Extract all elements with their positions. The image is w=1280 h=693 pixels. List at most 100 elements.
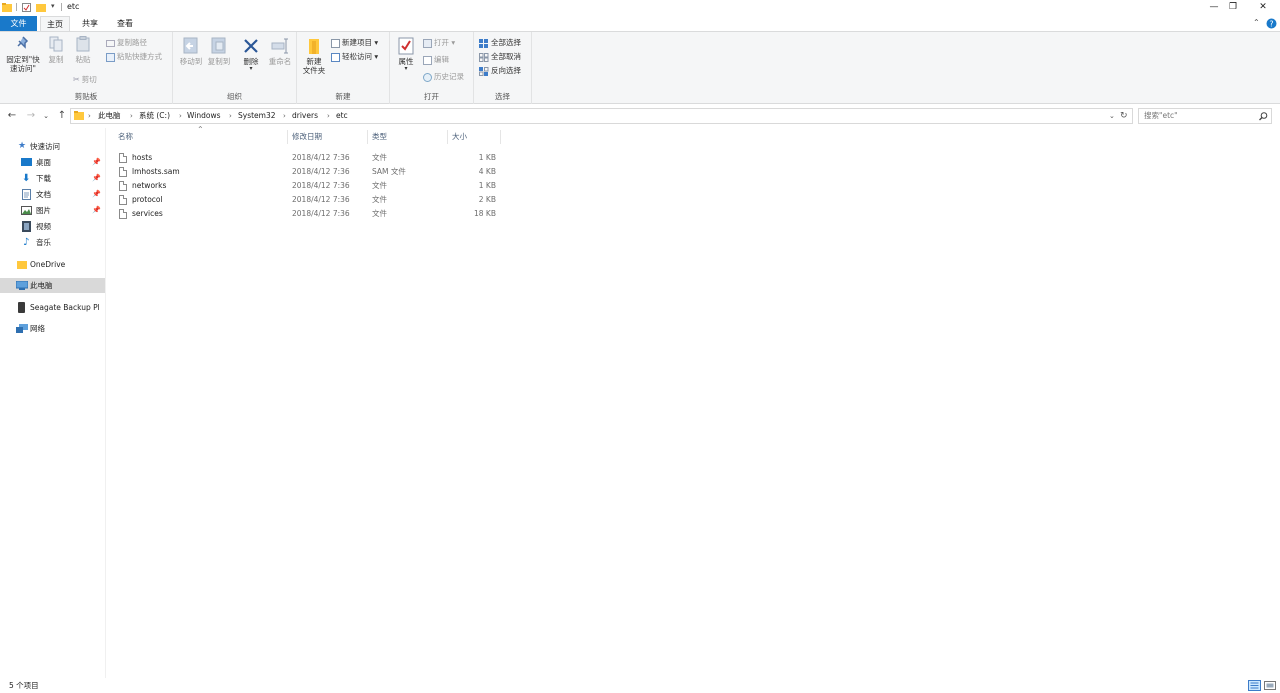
organize-group-title: 组织 xyxy=(227,92,242,101)
large-icons-view-icon[interactable] xyxy=(1264,680,1276,691)
file-icon xyxy=(119,195,127,205)
column-header-size[interactable]: 大小 xyxy=(448,130,501,144)
search-placeholder: 搜索"etc" xyxy=(1144,111,1178,120)
column-header-name[interactable]: 名称 xyxy=(114,130,288,144)
paste-shortcut-button[interactable]: 粘贴快捷方式 xyxy=(106,51,162,63)
nav-seagate-drive[interactable]: Seagate Backup Pl xyxy=(0,300,105,315)
recent-locations-icon[interactable]: ⌄ xyxy=(40,109,52,123)
breadcrumb-separator[interactable]: › xyxy=(327,109,330,123)
up-button[interactable]: ↑ xyxy=(56,109,68,123)
forward-button[interactable]: → xyxy=(25,109,37,123)
move-to-icon xyxy=(183,37,198,54)
pin-quick-access-button[interactable]: 固定到"快 速访问" xyxy=(3,36,43,73)
move-to-button[interactable]: 移动到 xyxy=(177,36,205,66)
properties-quick-icon[interactable] xyxy=(22,3,31,12)
nav-documents[interactable]: 文档 📌 xyxy=(0,187,105,202)
file-row[interactable]: networks 2018/4/12 7:36 文件 1 KB xyxy=(115,179,505,193)
help-icon[interactable]: ? xyxy=(1266,18,1277,29)
column-header-date[interactable]: 修改日期 xyxy=(288,130,368,144)
file-date: 2018/4/12 7:36 xyxy=(292,153,350,162)
breadcrumb-system-c[interactable]: 系统 (C:) xyxy=(139,109,170,123)
edit-button[interactable]: 编辑 xyxy=(423,54,449,66)
new-folder-quick-icon[interactable] xyxy=(36,3,46,12)
rename-button[interactable]: 重命名 xyxy=(266,36,294,66)
cut-button[interactable]: ✂ 剪切 xyxy=(73,74,97,86)
breadcrumb-system32[interactable]: System32 xyxy=(238,109,276,123)
file-row[interactable]: services 2018/4/12 7:36 文件 18 KB xyxy=(115,207,505,221)
tab-home[interactable]: 主页 xyxy=(40,16,70,31)
breadcrumb-separator[interactable]: › xyxy=(88,109,91,123)
rename-icon xyxy=(271,38,288,54)
properties-dropdown-icon[interactable]: ▾ xyxy=(394,66,418,72)
tab-view[interactable]: 查看 xyxy=(111,16,139,31)
nav-downloads[interactable]: ⬇ 下载 📌 xyxy=(0,171,105,186)
pin-icon: 📌 xyxy=(92,206,101,214)
copy-to-icon xyxy=(211,37,226,54)
column-header-type[interactable]: 类型 xyxy=(368,130,448,144)
breadcrumb-separator[interactable]: › xyxy=(130,109,133,123)
select-all-button[interactable]: 全部选择 xyxy=(479,37,521,49)
nav-desktop[interactable]: 桌面 📌 xyxy=(0,155,105,170)
open-group: 属性 ▾ 打开 ▾ 编辑 历史记录 打开 xyxy=(390,32,474,104)
back-button[interactable]: ← xyxy=(6,109,18,123)
details-view-icon[interactable] xyxy=(1248,680,1261,691)
nav-onedrive[interactable]: OneDrive xyxy=(0,257,105,272)
nav-this-pc[interactable]: 此电脑 xyxy=(0,278,105,293)
title-bar: | ▾ | etc — ❐ ✕ xyxy=(0,0,1280,16)
delete-button[interactable]: 删除 ▾ xyxy=(238,36,264,72)
download-arrow-icon: ⬇ xyxy=(22,173,31,184)
file-size: 1 KB xyxy=(478,153,496,162)
restore-button[interactable]: ❐ xyxy=(1220,0,1246,14)
breadcrumb-this-pc[interactable]: 此电脑 xyxy=(98,109,121,123)
file-row[interactable]: protocol 2018/4/12 7:36 文件 2 KB xyxy=(115,193,505,207)
nav-quick-access[interactable]: ★ 快速访问 xyxy=(0,139,105,154)
select-none-button[interactable]: 全部取消 xyxy=(479,51,521,63)
search-box[interactable]: 搜索"etc" xyxy=(1138,108,1272,124)
search-icon[interactable] xyxy=(1259,112,1268,121)
properties-button[interactable]: 属性 ▾ xyxy=(394,36,418,72)
breadcrumb-drivers[interactable]: drivers xyxy=(292,109,318,123)
copy-to-button[interactable]: 复制到 xyxy=(205,36,233,66)
tab-share[interactable]: 共享 xyxy=(76,16,104,31)
file-row[interactable]: hosts 2018/4/12 7:36 文件 1 KB xyxy=(115,151,505,165)
folder-icon xyxy=(74,111,84,120)
invert-selection-icon xyxy=(479,66,489,76)
history-button[interactable]: 历史记录 xyxy=(423,71,464,83)
file-row[interactable]: lmhosts.sam 2018/4/12 7:36 SAM 文件 4 KB xyxy=(115,165,505,179)
breadcrumb-etc[interactable]: etc xyxy=(336,109,348,123)
organize-group: 移动到 复制到 删除 ▾ 重命名 组织 xyxy=(173,32,297,104)
paste-button[interactable]: 粘贴 xyxy=(72,36,94,64)
breadcrumb-separator[interactable]: › xyxy=(179,109,182,123)
nav-pictures[interactable]: 图片 📌 xyxy=(0,203,105,218)
address-history-dropdown-icon[interactable]: ⌄ xyxy=(1109,109,1115,123)
easy-access-button[interactable]: 轻松访问 ▾ xyxy=(331,51,378,63)
nav-music[interactable]: ♪ 音乐 xyxy=(0,235,105,250)
paste-icon xyxy=(76,36,90,52)
copy-button[interactable]: 复制 xyxy=(45,36,67,64)
new-item-button[interactable]: 新建项目 ▾ xyxy=(331,37,378,49)
breadcrumb-separator[interactable]: › xyxy=(229,109,232,123)
nav-videos[interactable]: 视频 xyxy=(0,219,105,234)
nav-network[interactable]: 网络 xyxy=(0,321,105,336)
tab-file[interactable]: 文件 xyxy=(0,16,37,31)
close-button[interactable]: ✕ xyxy=(1250,0,1276,14)
customize-quick-access-icon[interactable]: ▾ xyxy=(51,2,55,10)
new-folder-button[interactable]: 新建 文件夹 xyxy=(301,36,327,75)
copy-path-button[interactable]: 复制路径 xyxy=(106,37,147,49)
separator: | xyxy=(60,2,63,11)
properties-check-icon xyxy=(398,37,414,55)
star-icon: ★ xyxy=(18,141,27,151)
documents-icon xyxy=(22,189,31,200)
breadcrumb-windows[interactable]: Windows xyxy=(187,109,220,123)
delete-dropdown-icon[interactable]: ▾ xyxy=(238,66,264,72)
invert-selection-button[interactable]: 反向选择 xyxy=(479,65,521,77)
file-type: 文件 xyxy=(372,153,387,162)
open-button[interactable]: 打开 ▾ xyxy=(423,37,455,49)
collapse-ribbon-icon[interactable]: ⌃ xyxy=(1253,18,1260,27)
breadcrumb-separator[interactable]: › xyxy=(283,109,286,123)
refresh-icon[interactable]: ↻ xyxy=(1120,109,1128,123)
ribbon: 固定到"快 速访问" 复制 粘贴 复制路径 粘贴快捷方式 ✂ 剪切 剪贴板 移动到… xyxy=(0,31,1280,104)
desktop-icon xyxy=(21,158,32,166)
address-box[interactable]: › 此电脑 › 系统 (C:) › Windows › System32 › d… xyxy=(70,108,1133,124)
select-group-title: 选择 xyxy=(495,92,510,101)
